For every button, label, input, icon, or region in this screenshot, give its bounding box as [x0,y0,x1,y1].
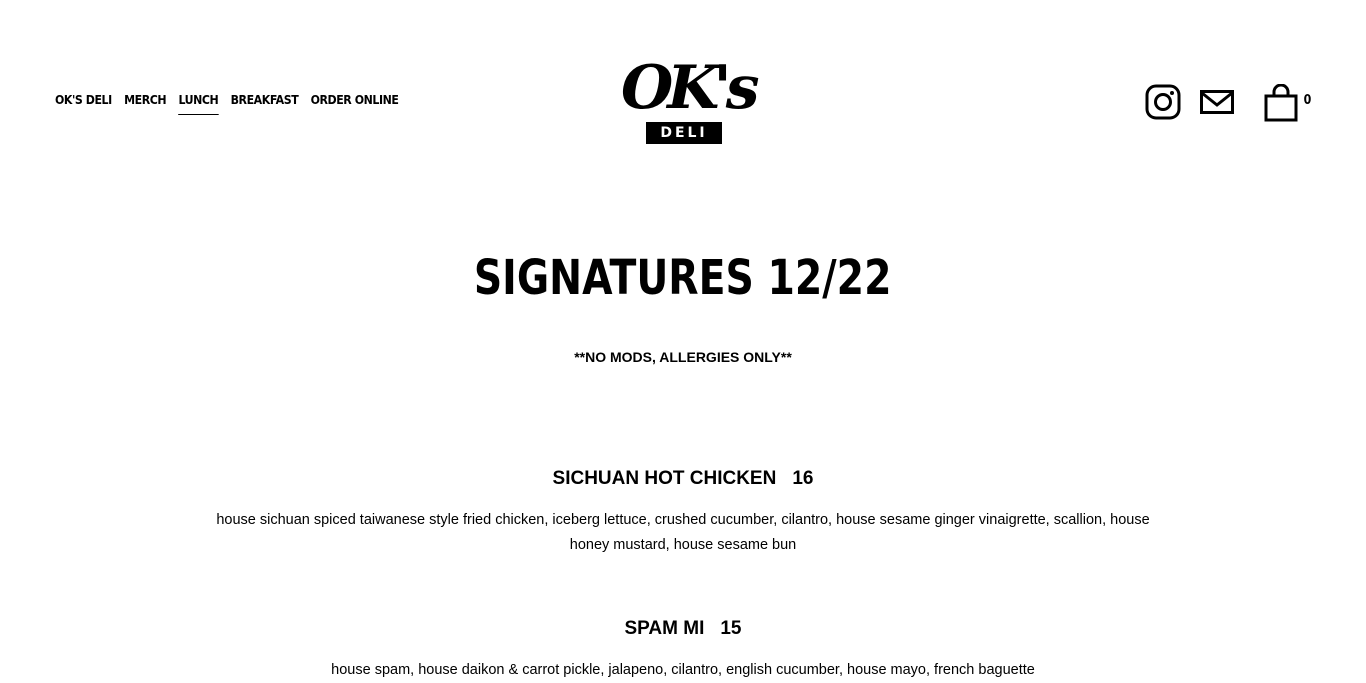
menu-item-name: SPAM MI [624,618,705,639]
menu-item: SPAM MI 15 house spam, house daikon & car… [200,616,1166,683]
menu-item-price: 16 [792,468,814,489]
logo-deli-box: DELI [646,122,722,144]
menu-item-price: 15 [720,618,742,639]
nav-item-merch[interactable]: MERCH [124,92,166,115]
site-header: OK'S DELI MERCH LUNCH BREAKFAST ORDER ON… [0,0,1366,200]
site-logo[interactable]: OK's DELI [621,53,760,146]
cart-count[interactable]: 0 [1304,93,1312,108]
nav-item-breakfast[interactable]: BREAKFAST [231,92,299,115]
menu-item-name: SICHUAN HOT CHICKEN [552,468,777,489]
page-title: SIGNATURES 12/22 [474,250,892,306]
menu-item-heading: SICHUAN HOT CHICKEN 16 [200,466,1166,492]
main-nav: OK'S DELI MERCH LUNCH BREAKFAST ORDER ON… [55,92,399,115]
shopping-bag-icon[interactable] [1263,84,1299,122]
header-icons: 0 [1145,84,1325,124]
menu-item-heading: SPAM MI 15 [200,616,1166,642]
menu-item-description: house spam, house daikon & carrot pickle… [331,662,1035,678]
menu-item: SICHUAN HOT CHICKEN 16 house sichuan spic… [200,466,1166,558]
mail-icon[interactable] [1200,90,1234,114]
instagram-icon[interactable] [1145,84,1181,120]
logo-script-text: OK's [621,53,760,123]
nav-item-order-online[interactable]: ORDER ONLINE [311,92,399,115]
nav-item-lunch[interactable]: LUNCH [178,92,219,115]
menu-item-description: house sichuan spiced taiwanese style fri… [216,512,1150,553]
nav-item-oks-deli[interactable]: OK'S DELI [55,92,112,115]
menu-subtitle: **NO MODS, ALLERGIES ONLY** [574,349,792,365]
